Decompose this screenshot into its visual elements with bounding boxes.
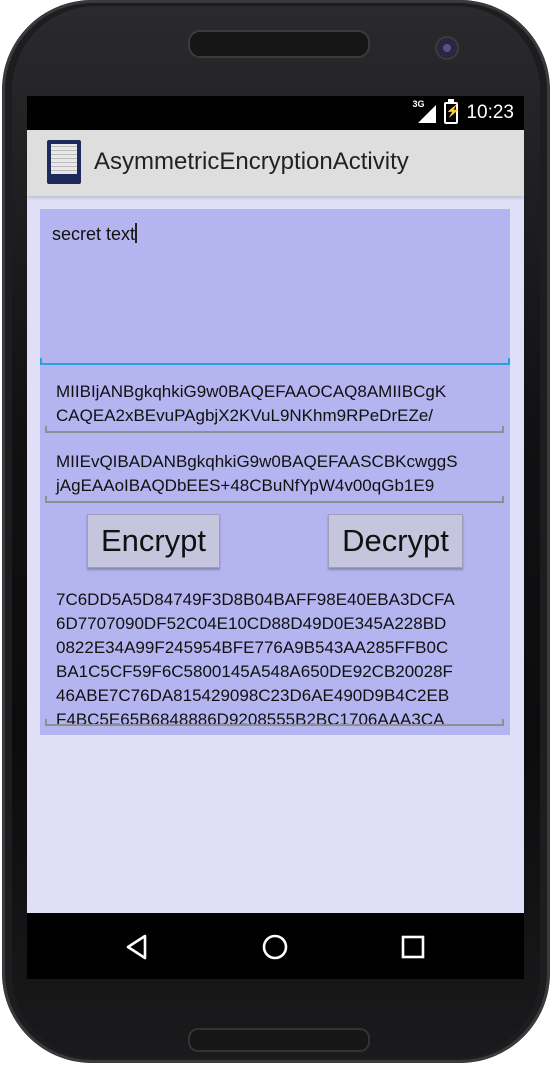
- cell-signal-icon: 3G: [412, 99, 437, 123]
- plain-text-input[interactable]: secret text: [40, 209, 510, 365]
- activity-title: AsymmetricEncryptionActivity: [94, 148, 409, 175]
- status-time: 10:23: [466, 102, 514, 123]
- private-key-field[interactable]: MIIEvQIBADANBgkqhkiG9w0BAQEFAASCBKcwggS …: [45, 444, 504, 503]
- status-icons: 3G 10:23: [412, 99, 514, 124]
- text-cursor: [135, 223, 137, 243]
- home-icon[interactable]: [255, 927, 295, 967]
- plain-text-underline: [40, 358, 510, 365]
- plain-text-value: secret text: [52, 224, 136, 244]
- action-bar: AsymmetricEncryptionActivity: [27, 130, 524, 196]
- cipher-text-field[interactable]: 7C6DD5A5D84749F3D8B04BAFF98E40EBA3DCFA 6…: [56, 588, 506, 732]
- cipher-line-5: 46ABE7C76DA815429098C23D6AE490D9B4C2EB: [56, 686, 450, 705]
- cipher-line-3: 0822E34A99F245954BFE776A9B543AA285FFB0C: [56, 638, 449, 657]
- public-key-field[interactable]: MIIBIjANBgkqhkiG9w0BAQEFAAOCAQ8AMIIBCgK …: [45, 374, 504, 433]
- cipher-line-1: 7C6DD5A5D84749F3D8B04BAFF98E40EBA3DCFA: [56, 590, 455, 609]
- cipher-line-4: BA1C5CF59F6C5800145A548A650DE92CB20028F: [56, 662, 453, 681]
- front-camera-icon: [435, 36, 459, 60]
- cipher-line-2: 6D7707090DF52C04E10CD88D49D0E345A228BD: [56, 614, 447, 633]
- app-document-icon: [47, 140, 81, 184]
- top-speaker: [188, 30, 370, 58]
- encrypt-button[interactable]: Encrypt: [87, 514, 220, 568]
- private-key-line-2: jAgEAAoIBAQDbEES+48CBuNfYpW4v00qGb1E9: [56, 476, 435, 495]
- screen: 3G 10:23 AsymmetricEncryptionActivity se…: [27, 96, 524, 913]
- navigation-bar: [27, 913, 524, 979]
- private-key-line-1: MIIEvQIBADANBgkqhkiG9w0BAQEFAASCBKcwggS: [56, 452, 458, 471]
- recents-icon[interactable]: [393, 927, 433, 967]
- public-key-line-2: CAQEA2xBEvuPAgbjX2KVuL9NKhm9RPeDrEZe/: [56, 406, 434, 425]
- back-icon[interactable]: [117, 927, 157, 967]
- battery-charging-icon: [444, 99, 460, 124]
- status-bar: 3G 10:23: [27, 96, 524, 130]
- cipher-text-underline: [45, 719, 504, 726]
- bottom-speaker: [188, 1028, 370, 1052]
- cipher-line-6: F4BC5E65B6848886D9208555B2BC1706AAA3CA: [56, 710, 445, 729]
- decrypt-button[interactable]: Decrypt: [328, 514, 463, 568]
- public-key-line-1: MIIBIjANBgkqhkiG9w0BAQEFAAOCAQ8AMIIBCgK: [56, 382, 447, 401]
- form-container: secret text MIIBIjANBgkqhkiG9w0BAQEFAAOC…: [40, 209, 510, 735]
